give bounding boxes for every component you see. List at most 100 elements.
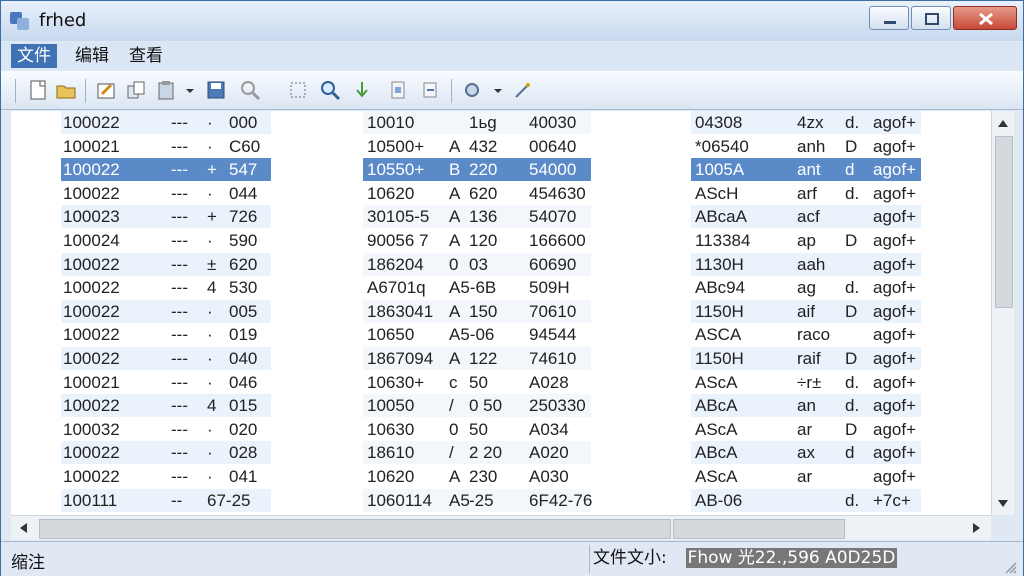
hex-cell: agof+ — [873, 467, 917, 486]
horizontal-scroll-thumb[interactable] — [39, 519, 671, 539]
hex-cell: 113384 — [695, 231, 751, 250]
hex-row[interactable]: 100022 --- · 000 10010 1ьg 40030 04308 4zx d. agof… — [11, 111, 991, 134]
menu-view[interactable]: 查看 — [123, 44, 169, 68]
hex-cell: 186204 — [367, 254, 424, 274]
bookmark-icon[interactable] — [387, 79, 409, 101]
hex-cell: · — [207, 443, 213, 463]
hex-row[interactable]: 100021 --- · C60 10500+ A 432 00640 *06540 anh Dag… — [11, 134, 991, 158]
hex-row[interactable]: 100032 --- · 020 10630 0 50 A034 AScA ar Dagof+ — [11, 417, 991, 441]
hex-cell: --- — [171, 349, 188, 368]
hex-cell: --- — [171, 301, 188, 321]
hex-cell: 40030 — [529, 113, 577, 132]
hex-row[interactable]: 100022 --- +547 10550+ B 220 54000 1005A ant d ago… — [11, 158, 991, 182]
vertical-scroll-thumb[interactable] — [995, 136, 1013, 308]
hex-cell: 250330 — [529, 396, 586, 416]
hex-row[interactable]: 100023 --- +726 30105-5 A 136 54070 ABcaA acf ago… — [11, 205, 991, 229]
hex-cell: 100022 — [63, 160, 120, 180]
menu-file[interactable]: 文件 — [11, 44, 57, 68]
hex-cell: 620 — [469, 183, 498, 203]
hex-cell: D — [845, 301, 858, 321]
menu-bar: 文件 编辑 查看 — [1, 42, 1023, 70]
horizontal-scrollbar[interactable] — [11, 515, 991, 540]
hex-row[interactable]: 100022 --- · 028 18610 / 2 20 A020 ABcA ax d agof+ — [11, 441, 991, 465]
save-icon[interactable] — [205, 79, 227, 101]
hex-cell: --- — [171, 183, 188, 203]
hex-cell: ag — [797, 278, 816, 298]
find-icon[interactable] — [239, 79, 261, 101]
hex-cell: agof+ — [873, 443, 917, 463]
hex-cell: 10630+ — [367, 372, 425, 392]
hex-cell: A — [449, 231, 461, 250]
zoom-icon[interactable] — [319, 79, 341, 101]
vertical-scrollbar[interactable] — [991, 111, 1014, 515]
hex-cell: 100022 — [63, 349, 120, 368]
minimize-icon — [884, 21, 896, 24]
hex-cell: 10500+ — [367, 136, 425, 156]
minimize-button[interactable] — [869, 6, 909, 30]
status-right: 文件文小: Fhow 光22.,596 A0D25D — [593, 546, 989, 570]
resize-grip-icon[interactable] — [1003, 560, 1017, 574]
hex-cell: *06540 — [695, 136, 749, 156]
hex-cell: D — [845, 349, 858, 368]
bookmark-next-icon[interactable] — [419, 79, 441, 101]
hex-row[interactable]: 100022 --- · 040 1867094 A 122 74610 1150H raif Da… — [11, 347, 991, 370]
status-left-text: 缩注 — [11, 553, 45, 573]
hex-cell: agof+ — [873, 396, 917, 416]
maximize-button[interactable] — [911, 6, 951, 30]
hex-cell: agof+ — [873, 231, 917, 250]
hex-row[interactable]: 100022 --- · 044 10620 A 620 454630 AScH arf d. ago… — [11, 181, 991, 205]
scroll-down-icon[interactable] — [996, 497, 1010, 509]
hex-cell: 547 — [229, 160, 258, 180]
hex-row[interactable]: 100111 -- 67-25 1060114 A5-25 6F42-76 AB-06 d. +… — [11, 488, 991, 512]
scroll-up-icon[interactable] — [996, 117, 1010, 129]
paste-icon[interactable] — [155, 79, 177, 101]
hex-cell: --- — [171, 396, 188, 416]
hex-cell: 726 — [229, 207, 258, 227]
hex-row[interactable]: 100022 --- 4 530 A6701q A5-6B 509H ABc94 ag d. ago… — [11, 276, 991, 300]
hex-row[interactable]: 100022 --- · 005 1863041 A 150 70610 1150H aif Dag… — [11, 299, 991, 323]
hex-row[interactable]: 100022 --- 4 015 10050 / 0 50 250330 ABcA an d. ago… — [11, 394, 991, 418]
hex-cell: --- — [171, 160, 188, 180]
hex-cell: / — [449, 443, 454, 463]
hex-row[interactable]: 100024 --- · 590 90056 7 A 120 166600 113384 ap Da… — [11, 229, 991, 252]
hex-cell: --- — [171, 419, 188, 439]
scroll-right-icon[interactable] — [971, 521, 983, 535]
edit-icon[interactable] — [95, 79, 117, 101]
dropdown-arrow-icon[interactable] — [487, 79, 509, 101]
hex-cell: 100022 — [63, 183, 120, 203]
maximize-icon — [925, 13, 939, 25]
hex-cell: --- — [171, 207, 188, 227]
hex-row[interactable]: 100022 --- · 041 10620 A 230 A030 AScA ar agof+ — [11, 465, 991, 488]
menu-edit[interactable]: 编辑 — [69, 44, 115, 68]
hex-cell: 10620 — [367, 183, 415, 203]
copy-icon[interactable] — [125, 79, 147, 101]
hex-cell: 1ьg — [469, 113, 497, 132]
hex-row[interactable]: 100022 --- · 019 10650 A5-06 94544 ASCA raco agof… — [11, 323, 991, 347]
hex-view[interactable]: 100022 --- · 000 10010 1ьg 40030 04308 4zx d. agof… — [11, 111, 991, 515]
hex-cell: ant — [797, 160, 821, 180]
dropdown-arrow-icon[interactable] — [179, 79, 201, 101]
hex-cell — [845, 323, 863, 346]
hex-cell: 015 — [229, 396, 258, 416]
hex-cell: 2 20 — [469, 443, 503, 463]
grid-icon[interactable] — [287, 79, 309, 101]
settings-icon[interactable] — [461, 79, 483, 101]
hex-cell — [797, 489, 837, 512]
hex-cell: agof+ — [873, 160, 917, 180]
hex-cell: 100032 — [63, 419, 120, 439]
wand-icon[interactable] — [511, 79, 533, 101]
hex-cell: 040 — [229, 349, 258, 368]
hex-cell: 122 — [469, 349, 498, 368]
hex-cell: 54070 — [529, 207, 577, 227]
down-arrow-icon[interactable] — [351, 79, 373, 101]
hex-cell: A — [449, 349, 461, 368]
window-title: frhed — [39, 10, 87, 31]
hex-cell: 10050 — [367, 396, 415, 416]
hex-row[interactable]: 100022 --- ±620 186204 0 03 60690 1130H aah agof+ — [11, 252, 991, 276]
horizontal-scroll-thumb-secondary[interactable] — [673, 519, 845, 539]
hex-row[interactable]: 100021 --- · 046 10630+ c 50 A028 AScA ÷r± d. agof+ — [11, 370, 991, 394]
new-file-icon[interactable] — [27, 79, 49, 101]
open-file-icon[interactable] — [55, 79, 77, 101]
close-button[interactable] — [953, 6, 1017, 30]
scroll-left-icon[interactable] — [17, 521, 29, 535]
